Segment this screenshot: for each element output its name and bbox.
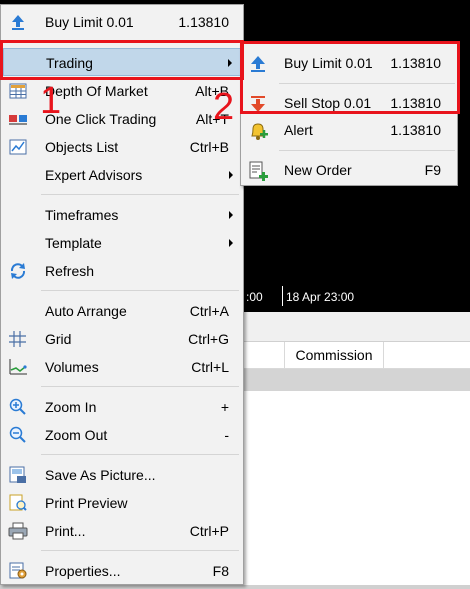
menu-item-properties[interactable]: Properties... F8 bbox=[3, 557, 241, 585]
bottom-border bbox=[0, 585, 470, 589]
submenu-item-new-order[interactable]: New Order F9 bbox=[243, 151, 455, 189]
annotation-step-number: 1 bbox=[40, 80, 62, 122]
menu-separator bbox=[41, 386, 239, 387]
menu-item-label: Zoom Out bbox=[45, 427, 108, 443]
menu-item-timeframes[interactable]: Timeframes bbox=[3, 201, 241, 229]
menu-item-volumes[interactable]: Volumes Ctrl+L bbox=[3, 353, 241, 381]
save-picture-icon bbox=[8, 466, 28, 484]
menu-item-label: Volumes bbox=[45, 359, 99, 375]
menu-item-label: One Click Trading bbox=[45, 111, 157, 127]
menu-item-shortcut: + bbox=[220, 399, 229, 415]
menu-separator bbox=[41, 290, 239, 291]
one-click-trading-icon bbox=[8, 110, 28, 128]
menu-item-label: Refresh bbox=[45, 263, 95, 279]
menu-item-label: New Order bbox=[284, 162, 352, 178]
menu-item-label: Print... bbox=[45, 523, 86, 539]
printer-icon bbox=[8, 522, 28, 540]
menu-item-template[interactable]: Template bbox=[3, 229, 241, 257]
menu-separator bbox=[41, 194, 239, 195]
menu-item-auto-arrange[interactable]: Auto Arrange Ctrl+A bbox=[3, 297, 241, 325]
menu-item-depth-of-market[interactable]: Depth Of Market Alt+B bbox=[3, 77, 241, 105]
menu-item-zoom-out[interactable]: Zoom Out - bbox=[3, 421, 241, 449]
menu-item-shortcut: Ctrl+B bbox=[189, 139, 229, 155]
volumes-icon bbox=[8, 358, 28, 376]
annotation-step-number: 2 bbox=[213, 86, 235, 128]
menu-item-one-click-trading[interactable]: One Click Trading Alt+T bbox=[3, 105, 241, 133]
menu-item-label: Buy Limit 0.01 bbox=[45, 14, 134, 30]
submenu-arrow-icon bbox=[229, 239, 233, 247]
depth-of-market-icon bbox=[8, 82, 28, 100]
time-axis-label: 18 Apr 23:00 bbox=[286, 290, 355, 304]
commission-column-header[interactable]: Commission bbox=[284, 342, 384, 369]
menu-item-zoom-in[interactable]: Zoom In + bbox=[3, 393, 241, 421]
menu-item-label: Alert bbox=[284, 122, 313, 138]
menu-item-label: Properties... bbox=[45, 563, 121, 579]
menu-item-save-as-picture[interactable]: Save As Picture... bbox=[3, 461, 241, 489]
menu-item-label: Save As Picture... bbox=[45, 467, 156, 483]
menu-item-refresh[interactable]: Refresh bbox=[3, 257, 241, 285]
menu-item-print-preview[interactable]: Print Preview bbox=[3, 489, 241, 517]
menu-separator bbox=[41, 454, 239, 455]
alert-bell-icon bbox=[247, 120, 269, 142]
menu-item-label: Template bbox=[45, 235, 102, 251]
grid-icon bbox=[8, 330, 28, 348]
menu-item-buy-limit[interactable]: Buy Limit 0.01 1.13810 bbox=[3, 8, 241, 36]
zoom-out-icon bbox=[8, 426, 28, 444]
menu-separator bbox=[41, 550, 239, 551]
menu-item-label: Objects List bbox=[45, 139, 119, 155]
menu-item-grid[interactable]: Grid Ctrl+G bbox=[3, 325, 241, 353]
menu-item-shortcut: Ctrl+P bbox=[189, 523, 229, 539]
time-axis-tick bbox=[282, 286, 283, 306]
print-preview-icon bbox=[8, 494, 28, 512]
menu-item-shortcut: F9 bbox=[424, 162, 441, 178]
submenu-item-alert[interactable]: Alert 1.13810 bbox=[243, 111, 455, 149]
chart-context-menu: Buy Limit 0.01 1.13810 Trading Depth Of … bbox=[0, 4, 244, 585]
submenu-arrow-icon bbox=[229, 171, 233, 179]
menu-item-print[interactable]: Print... Ctrl+P bbox=[3, 517, 241, 545]
menu-item-shortcut: Ctrl+A bbox=[189, 303, 229, 319]
objects-list-icon bbox=[8, 138, 28, 156]
annotation-box-order-items bbox=[240, 41, 460, 114]
menu-item-label: Zoom In bbox=[45, 399, 97, 415]
menu-item-shortcut: Ctrl+G bbox=[188, 331, 229, 347]
menu-item-label: Auto Arrange bbox=[45, 303, 127, 319]
menu-item-label: Expert Advisors bbox=[45, 167, 143, 183]
menu-item-shortcut: Ctrl+L bbox=[191, 359, 229, 375]
submenu-arrow-icon bbox=[229, 211, 233, 219]
menu-item-label: Print Preview bbox=[45, 495, 128, 511]
menu-item-price: 1.13810 bbox=[178, 14, 229, 30]
menu-item-label: Grid bbox=[45, 331, 72, 347]
new-order-icon bbox=[247, 160, 269, 182]
menu-item-objects-list[interactable]: Objects List Ctrl+B bbox=[3, 133, 241, 161]
annotation-box-trading bbox=[0, 40, 244, 80]
time-axis-label: :00 bbox=[246, 290, 263, 304]
menu-item-label: Timeframes bbox=[45, 207, 119, 223]
menu-item-expert-advisors[interactable]: Expert Advisors bbox=[3, 161, 241, 189]
refresh-icon bbox=[8, 262, 28, 280]
buy-limit-arrow-up-icon bbox=[8, 13, 28, 31]
menu-item-shortcut: - bbox=[224, 427, 229, 443]
zoom-in-icon bbox=[8, 398, 28, 416]
properties-icon bbox=[8, 562, 28, 580]
menu-item-price: 1.13810 bbox=[390, 122, 441, 138]
menu-item-shortcut: F8 bbox=[212, 563, 229, 579]
